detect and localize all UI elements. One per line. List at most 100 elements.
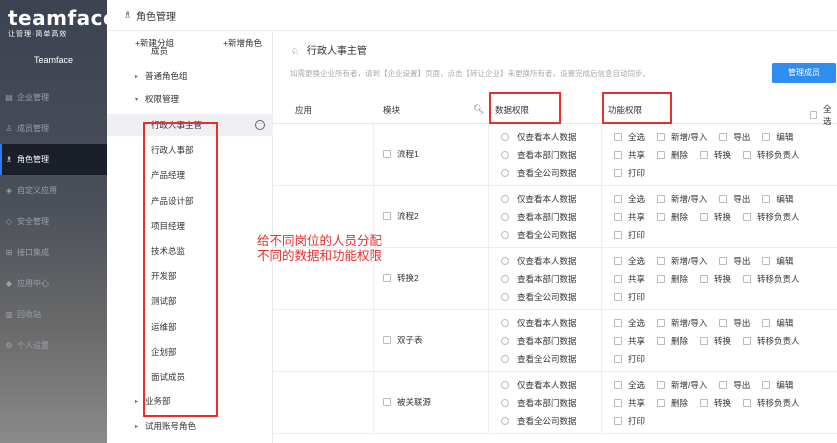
checkbox[interactable] [614,275,622,283]
checkbox[interactable] [743,337,752,345]
checkbox[interactable] [657,337,666,345]
checkbox-option[interactable]: 共享 [614,211,645,223]
checkbox-option[interactable]: 共享 [614,397,645,409]
radio-option[interactable]: 查看本部门数据 [501,394,577,412]
module-cell[interactable]: 流程1 [383,148,419,160]
radio[interactable] [501,257,509,265]
checkbox[interactable] [719,319,728,327]
checkbox-option[interactable]: 全选 [614,193,645,205]
checkbox-option[interactable]: 转移负责人 [743,335,800,347]
checkbox[interactable] [762,133,771,141]
radio-option[interactable]: 仅查看本人数据 [501,314,577,332]
checkbox-option[interactable]: 共享 [614,149,645,161]
checkbox-option[interactable]: 全选 [614,131,645,143]
checkbox-option[interactable]: 转移负责人 [743,397,800,409]
checkbox[interactable] [762,381,771,389]
role-item[interactable]: 成员 [107,40,273,62]
checkbox-option[interactable]: 打印 [614,167,645,179]
radio[interactable] [501,275,509,283]
checkbox[interactable] [762,195,771,203]
checkbox-option[interactable]: 导出 [719,193,750,205]
checkbox-option[interactable]: 删除 [657,149,688,161]
checkbox-option[interactable]: 新增/导入 [657,193,707,205]
role-group[interactable]: ▾ 权限管理 [107,88,273,110]
role-group[interactable]: ▸ 普通角色组 [107,65,273,87]
radio[interactable] [501,319,509,327]
checkbox-option[interactable]: 新增/导入 [657,131,707,143]
module-cell[interactable]: 被关联源 [383,396,431,408]
checkbox-option[interactable]: 编辑 [762,193,793,205]
checkbox-option[interactable]: 全选 [614,379,645,391]
checkbox[interactable] [657,275,666,283]
checkbox[interactable] [614,133,622,141]
checkbox[interactable] [810,111,817,119]
radio[interactable] [501,231,509,239]
checkbox[interactable] [719,381,728,389]
checkbox-option[interactable]: 全选 [614,317,645,329]
checkbox[interactable] [657,151,666,159]
checkbox[interactable] [719,195,728,203]
checkbox[interactable] [657,257,666,265]
checkbox[interactable] [657,381,666,389]
checkbox-option[interactable]: 转换 [700,149,731,161]
role-group[interactable]: ▸ 试用账号角色 [107,415,273,437]
module-cell[interactable]: 转换2 [383,272,419,284]
checkbox[interactable] [700,213,709,221]
checkbox[interactable] [743,151,752,159]
checkbox-option[interactable]: 共享 [614,335,645,347]
checkbox[interactable] [657,195,666,203]
checkbox-option[interactable]: 转移负责人 [743,149,800,161]
radio[interactable] [501,151,509,159]
checkbox[interactable] [657,399,666,407]
checkbox[interactable] [762,257,771,265]
module-cell[interactable]: 流程2 [383,210,419,222]
radio[interactable] [501,293,509,301]
radio[interactable] [501,169,509,177]
checkbox-option[interactable]: 导出 [719,379,750,391]
checkbox[interactable] [743,213,752,221]
radio[interactable] [501,213,509,221]
checkbox-option[interactable]: 转换 [700,335,731,347]
checkbox-option[interactable]: 打印 [614,415,645,427]
sidebar-item[interactable]: ◈ 自定义应用 [0,175,107,206]
radio-option[interactable]: 仅查看本人数据 [501,190,577,208]
sidebar-item[interactable]: ⚙ 个人设置 [0,330,107,361]
checkbox-option[interactable]: 删除 [657,397,688,409]
radio[interactable] [501,355,509,363]
checkbox[interactable] [614,169,622,177]
radio[interactable] [501,337,509,345]
radio[interactable] [501,399,509,407]
checkbox[interactable] [383,150,391,158]
radio-option[interactable]: 查看本部门数据 [501,208,577,226]
checkbox-option[interactable]: 转换 [700,397,731,409]
checkbox[interactable] [614,293,622,301]
checkbox-option[interactable]: 编辑 [762,255,793,267]
checkbox[interactable] [700,399,709,407]
checkbox-option[interactable]: 新增/导入 [657,317,707,329]
checkbox[interactable] [700,337,709,345]
checkbox[interactable] [719,133,728,141]
sidebar-item[interactable]: ◇ 安全管理 [0,206,107,237]
radio[interactable] [501,133,509,141]
checkbox[interactable] [657,133,666,141]
checkbox-option[interactable]: 编辑 [762,131,793,143]
radio-option[interactable]: 查看全公司数据 [501,164,577,182]
radio-option[interactable]: 查看全公司数据 [501,350,577,368]
checkbox[interactable] [743,399,752,407]
checkbox-option[interactable]: 转移负责人 [743,273,800,285]
checkbox[interactable] [614,399,622,407]
checkbox-option[interactable]: 删除 [657,211,688,223]
radio-option[interactable]: 查看本部门数据 [501,332,577,350]
radio-option[interactable]: 查看全公司数据 [501,412,577,430]
radio-option[interactable]: 查看本部门数据 [501,270,577,288]
checkbox-option[interactable]: 删除 [657,273,688,285]
checkbox[interactable] [614,231,622,239]
checkbox[interactable] [614,381,622,389]
sidebar-item[interactable]: ◆ 应用中心 [0,268,107,299]
checkbox[interactable] [383,212,391,220]
radio-option[interactable]: 查看全公司数据 [501,226,577,244]
checkbox[interactable] [614,213,622,221]
checkbox[interactable] [614,337,622,345]
checkbox[interactable] [614,257,622,265]
sidebar-item[interactable]: ⊞ 接口集成 [0,237,107,268]
